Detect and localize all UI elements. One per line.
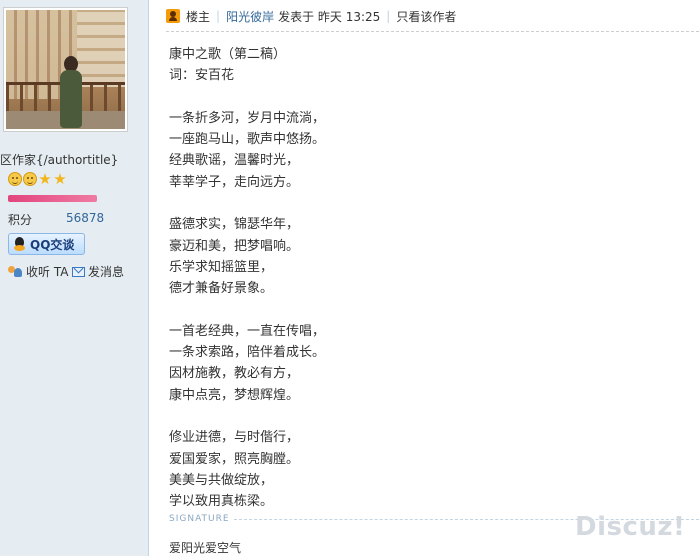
send-message-button[interactable]: 发消息 bbox=[72, 263, 124, 280]
post-line: 美美与共做绽放， bbox=[169, 472, 274, 488]
qq-chat-label: QQ交谈 bbox=[30, 237, 75, 252]
post-line: 康中点亮，梦想辉煌。 bbox=[169, 387, 300, 403]
credits-label: 积分 bbox=[8, 213, 33, 227]
level-icons: ★ ★ bbox=[8, 170, 67, 188]
post-line: 乐学求知摇篮里， bbox=[169, 259, 274, 275]
post-line: 盛德求实，锦瑟华年， bbox=[169, 217, 300, 233]
post-line: 莘莘学子，走向远方。 bbox=[169, 174, 300, 190]
post-content: 康中之歌（第二稿） 词：安百花 一条折多河，岁月中流淌， 一座跑马山，歌声中悠扬… bbox=[169, 44, 689, 513]
post-line bbox=[169, 193, 689, 214]
qq-chat-button[interactable]: QQ交谈 bbox=[8, 233, 85, 255]
follow-button[interactable]: 收听 TA bbox=[7, 263, 68, 280]
avatar-photo bbox=[6, 10, 125, 129]
author-title: 区作家{/authortitle} bbox=[0, 153, 119, 167]
post-line: 修业进德，与时偕行， bbox=[169, 430, 300, 446]
author-name-link[interactable]: 阳光彼岸 bbox=[226, 8, 274, 25]
post-line: 德才兼备好景象。 bbox=[169, 281, 274, 297]
post-line: 一条折多河，岁月中流淌， bbox=[169, 110, 326, 126]
smile-icon bbox=[8, 172, 22, 186]
mail-icon bbox=[72, 266, 85, 277]
post-line: 康中之歌（第二稿） bbox=[169, 47, 287, 62]
post-line: 学以致用真栋梁。 bbox=[169, 494, 274, 510]
avatar[interactable] bbox=[3, 7, 128, 132]
credits-value[interactable]: 56878 bbox=[66, 211, 104, 225]
level-progress-fill bbox=[8, 195, 97, 202]
post-time: 发表于 昨天 13:25 bbox=[278, 9, 381, 24]
discuz-watermark: Discuz! bbox=[575, 512, 686, 542]
follow-users-icon bbox=[7, 265, 23, 278]
post-line: 豪迈和美，把梦唱响。 bbox=[169, 238, 300, 254]
post-line bbox=[169, 87, 689, 108]
send-message-label: 发消息 bbox=[88, 265, 125, 279]
level-progress-bar bbox=[8, 195, 97, 202]
star-icon: ★ bbox=[38, 170, 52, 188]
floor-label: 楼主 bbox=[186, 9, 211, 24]
post-line bbox=[169, 300, 689, 321]
post-line: 一座跑马山，歌声中悠扬。 bbox=[169, 132, 326, 148]
post-line: 爱国爱家，照亮胸膛。 bbox=[169, 451, 300, 467]
follow-label: 收听 TA bbox=[26, 265, 69, 279]
post-line: 一首老经典，一直在传唱， bbox=[169, 323, 326, 339]
online-status-icon bbox=[166, 9, 180, 23]
only-author-link[interactable]: 只看该作者 bbox=[396, 8, 456, 25]
post-header: 楼主 | 阳光彼岸 发表于 昨天 13:25 | 只看该作者 bbox=[166, 6, 699, 26]
author-sidebar: 区作家{/authortitle} ★ ★ 积分 56878 QQ交谈 收听 T… bbox=[0, 0, 149, 556]
avatar-building-right bbox=[77, 10, 125, 88]
separator: | bbox=[216, 9, 221, 23]
avatar-person-body bbox=[60, 70, 82, 128]
post-line: 一条求索路，陪伴着成长。 bbox=[169, 345, 326, 361]
post-line: 因材施教，教必有方， bbox=[169, 366, 300, 382]
post-line: 词：安百花 bbox=[169, 68, 235, 84]
signature-text: 爱阳光爱空气 bbox=[169, 541, 242, 555]
post-line: 经典歌谣，温馨时光， bbox=[169, 153, 300, 169]
qq-penguin-icon bbox=[13, 236, 26, 252]
separator: | bbox=[386, 9, 391, 23]
post-line bbox=[169, 406, 689, 427]
signature-label: SIGNATURE bbox=[169, 514, 230, 524]
star-icon: ★ bbox=[53, 170, 67, 188]
header-divider bbox=[166, 31, 699, 32]
smile-icon bbox=[23, 172, 37, 186]
